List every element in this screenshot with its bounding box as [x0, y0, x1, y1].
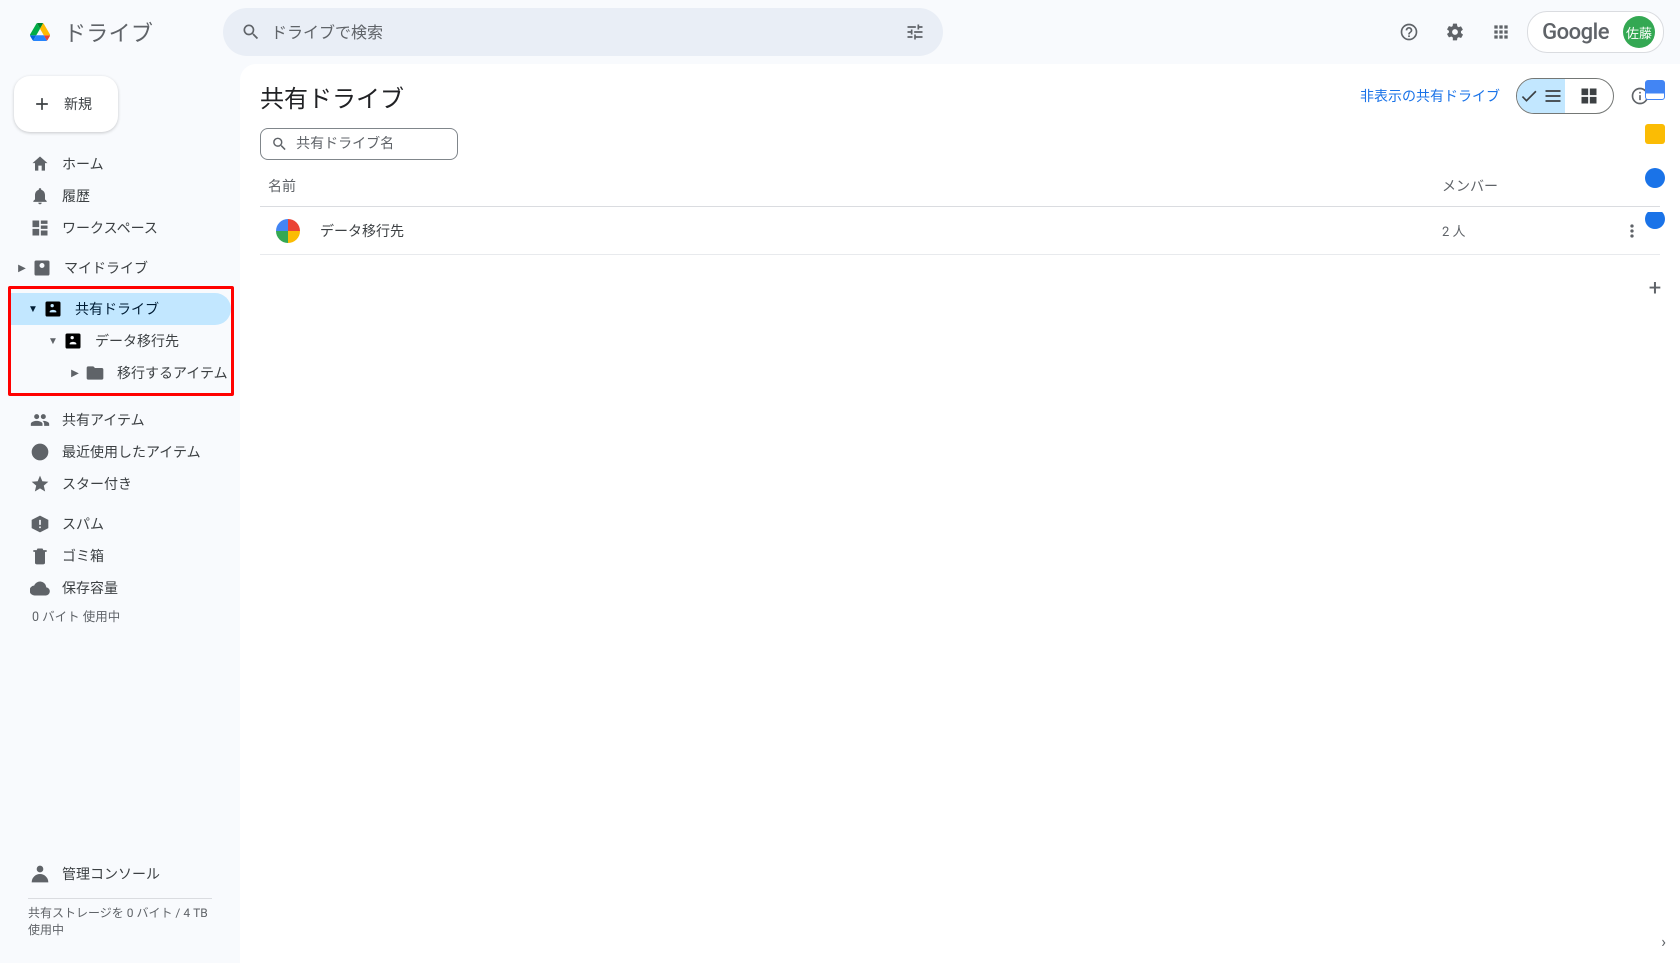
storage-usage-text: 0 バイト 使用中: [0, 604, 240, 633]
row-members: 2 人: [1442, 221, 1612, 240]
nav-spam[interactable]: スパム: [0, 508, 224, 540]
chevron-down-icon[interactable]: ▼: [25, 304, 41, 315]
star-icon: [28, 474, 52, 494]
nav-recent[interactable]: 最近使用したアイテム: [0, 436, 224, 468]
search-box[interactable]: [223, 8, 943, 56]
table-header: 名前 メンバー: [260, 160, 1660, 207]
folder-icon: [83, 363, 107, 383]
chevron-right-icon[interactable]: ▶: [67, 368, 83, 379]
spam-icon: [28, 514, 52, 534]
right-side-panel: + ›: [1630, 64, 1680, 963]
table-row[interactable]: データ移行先 2 人: [260, 207, 1660, 255]
search-input[interactable]: [271, 23, 895, 42]
nav-shared-with-me[interactable]: 共有アイテム: [0, 404, 224, 436]
workspace-icon: [28, 218, 52, 238]
hidden-shared-drives-link[interactable]: 非表示の共有ドライブ: [1360, 86, 1500, 106]
avatar: 佐藤: [1623, 16, 1655, 48]
keep-icon[interactable]: [1645, 124, 1665, 144]
calendar-icon[interactable]: [1645, 80, 1665, 100]
nav-activity[interactable]: 履歴: [0, 180, 224, 212]
storage-footer-text: 共有ストレージを 0 バイト / 4 TB 使用中: [0, 905, 240, 939]
chevron-right-icon[interactable]: ▶: [14, 263, 30, 274]
shared-drive-icon: [41, 299, 65, 319]
shared-drive-icon: [61, 331, 85, 351]
drive-logo-icon: [20, 12, 60, 52]
nav-home[interactable]: ホーム: [0, 148, 224, 180]
mydrive-icon: [30, 258, 54, 278]
grid-view-button[interactable]: [1565, 79, 1613, 113]
page-title: 共有ドライブ: [260, 79, 1360, 114]
trash-icon: [28, 546, 52, 566]
highlight-annotation: ▼ 共有ドライブ ▼ データ移行先 ▶ 移行するアイテム: [8, 286, 234, 396]
search-icon: [271, 134, 288, 154]
column-members: メンバー: [1442, 176, 1612, 196]
nav-data-destination[interactable]: ▼ データ移行先: [11, 325, 231, 357]
nav-storage[interactable]: 保存容量: [0, 572, 224, 604]
nav-workspaces[interactable]: ワークスペース: [0, 212, 224, 244]
home-icon: [28, 154, 52, 174]
admin-icon: [28, 864, 52, 884]
filter-input[interactable]: [296, 136, 447, 152]
new-button[interactable]: 新規: [14, 76, 118, 132]
logo-area[interactable]: ドライブ: [8, 12, 223, 52]
get-addons-icon[interactable]: +: [1649, 276, 1661, 301]
clock-icon: [28, 442, 52, 462]
app-name: ドライブ: [64, 16, 153, 48]
sidebar: 新規 ホーム 履歴 ワークスペース ▶ マイドライブ: [0, 64, 240, 963]
chevron-down-icon[interactable]: ▼: [45, 336, 61, 347]
nav-migrate-items[interactable]: ▶ 移行するアイテム: [11, 357, 231, 389]
column-name[interactable]: 名前: [268, 176, 1442, 196]
hide-panel-icon[interactable]: ›: [1661, 932, 1666, 951]
google-brand: Google: [1536, 20, 1615, 45]
account-switcher[interactable]: Google 佐藤: [1527, 11, 1664, 53]
list-view-button[interactable]: [1517, 79, 1565, 113]
nav-trash[interactable]: ゴミ箱: [0, 540, 224, 572]
contacts-icon[interactable]: [1645, 212, 1665, 232]
cloud-icon: [28, 578, 52, 598]
settings-icon[interactable]: [1435, 12, 1475, 52]
people-icon: [28, 410, 52, 430]
search-wrap: [223, 8, 943, 56]
apps-icon[interactable]: [1481, 12, 1521, 52]
new-button-label: 新規: [64, 94, 92, 114]
support-icon[interactable]: [1389, 12, 1429, 52]
filter-shared-drive-name[interactable]: [260, 128, 458, 160]
search-options-icon[interactable]: [895, 22, 935, 42]
app-header: ドライブ Google 佐藤: [0, 0, 1680, 64]
row-name: データ移行先: [320, 221, 1442, 241]
nav-admin-console[interactable]: 管理コンソール: [0, 858, 224, 890]
main-content: 共有ドライブ 非表示の共有ドライブ 名前 メンバー: [240, 64, 1680, 963]
nav-my-drive[interactable]: ▶ マイドライブ: [0, 252, 224, 284]
nav-starred[interactable]: スター付き: [0, 468, 224, 500]
view-toggle: [1516, 78, 1614, 114]
bell-icon: [28, 186, 52, 206]
header-actions: Google 佐藤: [1389, 11, 1672, 53]
nav-shared-drives[interactable]: ▼ 共有ドライブ: [11, 293, 231, 325]
tasks-icon[interactable]: [1645, 168, 1665, 188]
search-icon: [231, 22, 271, 42]
shared-drive-theme-icon: [276, 219, 300, 243]
